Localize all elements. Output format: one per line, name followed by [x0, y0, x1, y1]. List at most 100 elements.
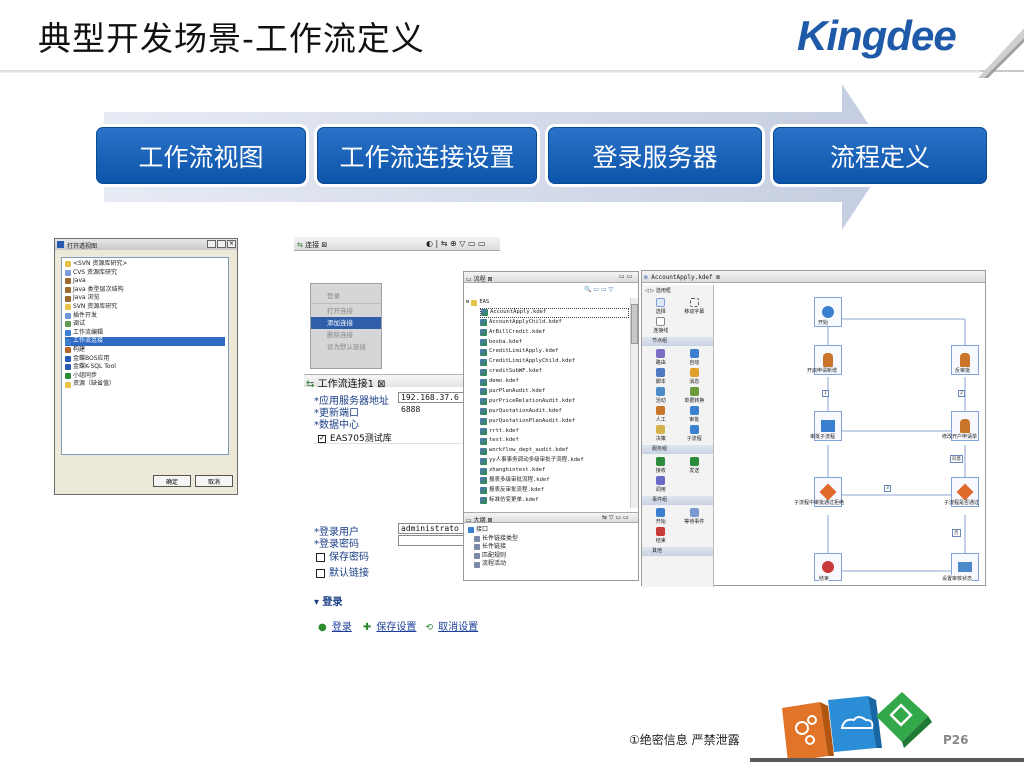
menu-set-default[interactable]: 设为默认链接	[311, 341, 381, 353]
maximize-icon[interactable]	[217, 240, 226, 248]
process-file-tree[interactable]: ⊟ EAS AccountApply.kdef AccountApplyChild.…	[466, 298, 629, 508]
minimize-icon[interactable]	[207, 240, 216, 248]
process-file[interactable]: yy人事事务调动多级审批子流程.kdef	[480, 456, 629, 466]
process-file[interactable]: ArBillCredit.kdef	[480, 328, 629, 338]
process-file[interactable]: demo.kdef	[480, 377, 629, 387]
process-file[interactable]: AccountApplyChild.kdef	[480, 318, 629, 328]
palette-tool[interactable]: 发送	[678, 457, 712, 474]
workflow-file-icon	[480, 457, 487, 465]
palette-tool[interactable]: 决策	[644, 425, 678, 442]
outline-item[interactable]: 长件链接类型	[468, 535, 628, 544]
palette-marquee[interactable]: 移动字幕	[678, 298, 712, 315]
default-link-checkbox[interactable]: 默认链接	[316, 564, 369, 579]
process-file[interactable]: rrtt.kdef	[480, 427, 629, 437]
palette-group-nodes[interactable]: 节点组	[642, 337, 713, 346]
workflow-file-icon	[480, 497, 487, 505]
process-toolbar[interactable]: 🔍 ▭ ▭ ▽	[584, 286, 613, 293]
process-file[interactable]: CreditLimitApplyChild.kdef	[480, 357, 629, 367]
palette-tool[interactable]: 接收	[644, 457, 678, 474]
outline-item[interactable]: 流程活动	[468, 560, 628, 569]
perspective-list[interactable]: <SVN 资源库研究> CVS 资源库研究 Java Java 类型层次结构 Java …	[61, 257, 229, 455]
palette-tool-icon	[689, 349, 699, 358]
menu-login[interactable]: 登录	[311, 290, 381, 302]
perspective-label: <SVN 资源库研究>	[73, 260, 128, 267]
process-file[interactable]: 报表多级审批流程.kdef	[480, 476, 629, 486]
process-file[interactable]: purQuotationAudit.kdef	[480, 407, 629, 417]
process-file[interactable]: purPlanAudit.kdef	[480, 387, 629, 397]
palette-tool[interactable]: 结束	[644, 527, 678, 544]
process-file[interactable]: 标准仿变更单.kdef	[480, 496, 629, 506]
process-file[interactable]: CreditLimitApply.kdef	[480, 347, 629, 357]
cancel-settings-link[interactable]: 取消设置	[438, 622, 478, 633]
outline-item[interactable]: 长件链接	[468, 543, 628, 552]
perspective-icon	[65, 355, 71, 362]
palette-tool[interactable]: 自动	[678, 349, 712, 366]
palette-tool[interactable]: 路由	[644, 349, 678, 366]
perspective-label: CVS 资源库研究	[73, 268, 118, 276]
palette-tool[interactable]: 子流程	[678, 425, 712, 442]
process-scrollbar[interactable]	[630, 298, 638, 508]
kingdee-logo: Kingdee	[797, 12, 957, 59]
outline-controls[interactable]: ⇆ ▽ ▭ ▭	[602, 514, 629, 521]
palette-tool[interactable]: 审批	[678, 406, 712, 423]
palette-tool[interactable]: 开始	[644, 508, 678, 525]
palette-tool[interactable]: 脚本	[644, 368, 678, 385]
palette-group-other[interactable]: 其他	[642, 547, 713, 556]
close-icon[interactable]: ×	[227, 240, 236, 248]
process-file[interactable]: workflow_dept_audit.kdef	[480, 446, 629, 456]
save-password-checkbox[interactable]: 保存密码	[316, 548, 369, 563]
outline-item[interactable]: 接口	[468, 526, 628, 535]
process-file[interactable]: bosba.kdef	[480, 338, 629, 348]
connection-tab[interactable]: ⇆ 连接 ⊠	[297, 240, 327, 250]
perspective-item[interactable]: 金蝶K-SQL Tool	[65, 363, 225, 372]
login-icon: ●	[318, 622, 327, 633]
perspective-item[interactable]: SVN 资源库研究	[65, 303, 225, 312]
palette-select[interactable]: 选择	[644, 298, 678, 315]
perspective-item[interactable]: CVS 资源库研究	[65, 269, 225, 278]
process-file[interactable]: purPriceRelationAudit.kdef	[480, 397, 629, 407]
perspective-item[interactable]: <SVN 资源库研究>	[65, 260, 225, 269]
process-tab[interactable]: ▭ 流程 ⊠	[466, 274, 493, 283]
menu-open-connection[interactable]: 打开连接	[311, 305, 381, 317]
process-file[interactable]: test.kdef	[480, 436, 629, 446]
process-file[interactable]: AccountApply.kdef	[480, 307, 629, 318]
process-file[interactable]: purQuotationPlanAudit.kdef	[480, 417, 629, 427]
perspective-item[interactable]: 资源（缺省值）	[65, 380, 225, 389]
palette-group-services[interactable]: 服务组	[642, 445, 713, 454]
menu-delete-connection[interactable]: 删除连接	[311, 329, 381, 341]
outline-icon	[474, 553, 480, 560]
palette-tool[interactable]: 单据转换	[678, 387, 712, 404]
perspective-item[interactable]: 插件开发	[65, 312, 225, 321]
palette-connection[interactable]: 连接线	[644, 317, 678, 334]
login-link[interactable]: 登录	[332, 622, 352, 633]
palette-tool[interactable]: 等待事件	[678, 508, 712, 525]
outline-tab[interactable]: ▭ 大纲 ⊠	[466, 515, 493, 524]
palette-tool[interactable]: 活动	[644, 387, 678, 404]
panel-window-controls[interactable]: ▭ ▭	[619, 273, 632, 280]
editor-tab[interactable]: ⚙ AccountApply.kdef ⊠	[644, 274, 720, 281]
perspective-item[interactable]: 工作流连接	[65, 337, 225, 346]
step-login-server: 登录服务器	[548, 127, 762, 184]
palette-tool[interactable]: 调用	[644, 476, 678, 493]
view-toolbar-icon[interactable]: ◐ | ⇆ ⊕ ▽ ▭ ▭	[426, 239, 486, 248]
workflow-file-icon	[480, 329, 487, 337]
login-section-header[interactable]: ▾ 登录	[314, 593, 343, 608]
process-file[interactable]: 报表反审批流程.kdef	[480, 486, 629, 496]
perspective-item[interactable]: 调试	[65, 320, 225, 329]
process-file[interactable]: zhanghintest.kdef	[480, 466, 629, 476]
menu-add-connection[interactable]: 添加连接	[311, 317, 381, 329]
perspective-item[interactable]: 金蝶BOS应用	[65, 355, 225, 364]
perspective-item[interactable]: Java	[65, 277, 225, 286]
outline-tree[interactable]: 接口 长件链接类型 长件链接 匹配规则 流程活动	[468, 526, 628, 578]
ok-button[interactable]: 确定	[153, 475, 191, 487]
tree-root[interactable]: ⊟ EAS	[466, 298, 629, 308]
palette-tool[interactable]: 消息	[678, 368, 712, 385]
palette-group-events[interactable]: 事件组	[642, 496, 713, 505]
perspective-item[interactable]: Java 浏览	[65, 294, 225, 303]
save-settings-link[interactable]: 保存设置	[376, 622, 416, 633]
cancel-button[interactable]: 取消	[195, 475, 233, 487]
perspective-item[interactable]: 构建	[65, 346, 225, 355]
palette-tool-icon	[656, 527, 666, 536]
process-file[interactable]: creditSubWF.kdef	[480, 367, 629, 377]
palette-tool[interactable]: 人工	[644, 406, 678, 423]
